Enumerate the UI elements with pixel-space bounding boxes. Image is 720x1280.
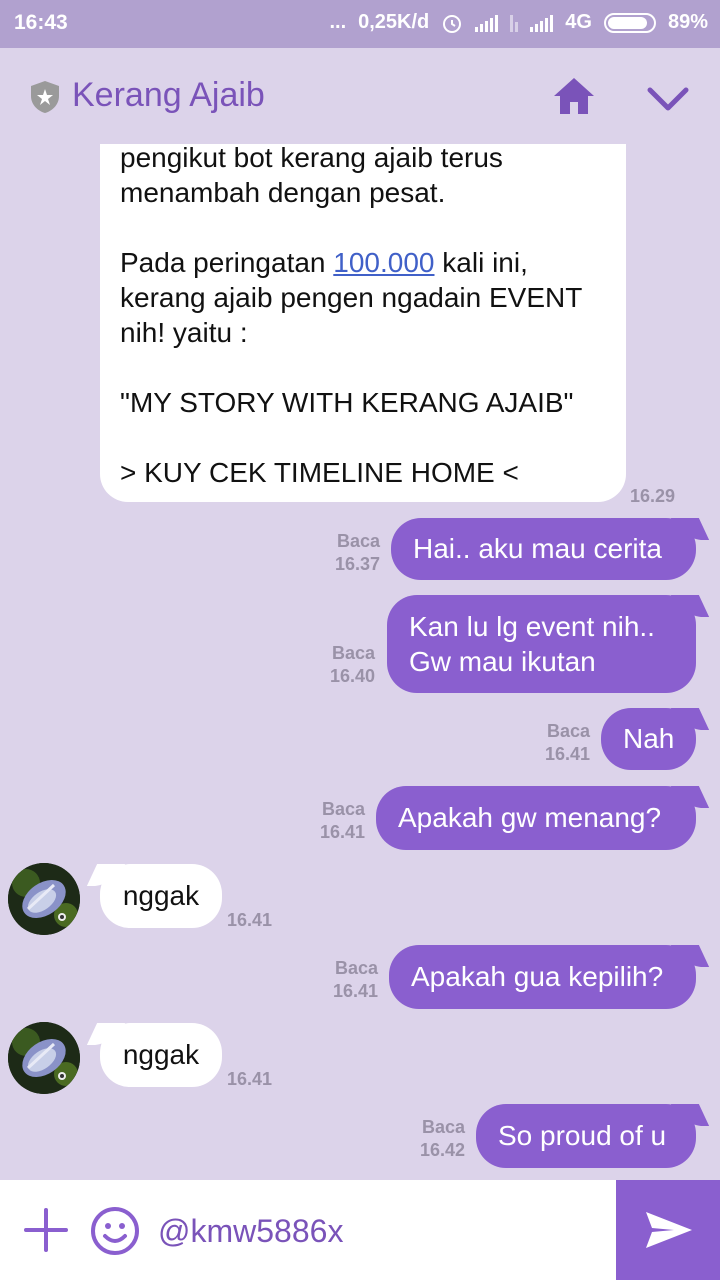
message-meta: Baca 16.41 [530, 720, 590, 766]
send-icon [646, 1212, 692, 1248]
message-link[interactable]: 100.000 [333, 247, 434, 278]
message-time: 16.41 [319, 822, 365, 842]
message-time: 16.41 [544, 744, 590, 764]
message-text: pengikut bot kerang ajaib terus [120, 144, 503, 173]
message-time: 16.42 [419, 1140, 465, 1160]
read-label: Baca [336, 531, 380, 551]
message-text: Apakah gw menang? [398, 802, 662, 833]
message-bubble-outgoing[interactable]: Nah [601, 708, 696, 770]
read-label: Baca [334, 958, 378, 978]
network-type: 4G [565, 11, 592, 33]
message-text: Nah [623, 723, 675, 754]
message-meta: Baca 16.41 [318, 957, 378, 1003]
message-text: menambah dengan pesat. [120, 177, 446, 208]
avatar-image [8, 1022, 80, 1094]
status-icons: ... 0,25K/d 4G 89% [329, 11, 708, 34]
message-time: 16.37 [334, 554, 380, 574]
message-time: 16.41 [227, 910, 273, 930]
status-bar: 16:43 ... 0,25K/d 4G 89% [0, 0, 720, 48]
read-label: Baca [546, 721, 590, 741]
emoji-icon[interactable] [90, 1206, 140, 1256]
message-text: "MY STORY WITH KERANG AJAIB" [120, 387, 574, 418]
message-text: Kan lu lg event nih.. [409, 611, 655, 642]
clock-icon [443, 14, 462, 33]
message-text: nggak [122, 1039, 200, 1070]
chat-title[interactable]: Kerang Ajaib [72, 76, 265, 115]
message-text: > KUY CEK TIMELINE HOME < [120, 457, 519, 488]
message-meta: Baca 16.37 [320, 530, 380, 576]
message-text: kerang ajaib pengen ngadain EVENT [120, 282, 583, 313]
message-bubble-outgoing[interactable]: Apakah gw menang? [376, 786, 696, 850]
message-bubble-incoming[interactable]: nggak [100, 864, 222, 928]
message-input-bar [0, 1180, 720, 1280]
message-bubble-incoming[interactable]: nggak [100, 1023, 222, 1087]
avatar[interactable] [8, 1022, 80, 1094]
send-button[interactable] [616, 1180, 720, 1280]
message-bubble-outgoing[interactable]: Hai.. aku mau cerita [391, 518, 696, 580]
message-text: Gw mau ikutan [409, 646, 596, 677]
message-text: nggak [122, 880, 200, 911]
read-label: Baca [331, 643, 375, 663]
message-bubble-outgoing[interactable]: Apakah gua kepilih? [389, 945, 696, 1009]
message-meta: Baca 16.40 [315, 642, 375, 688]
signal-icon [475, 14, 499, 32]
message-text: Pada peringatan 100.000 kali ini, [120, 247, 528, 278]
network-speed: 0,25K/d [358, 11, 430, 33]
message-meta: Baca 16.42 [405, 1116, 465, 1162]
chat-area[interactable]: pengikut bot kerang ajaib terus menambah… [0, 144, 720, 1180]
battery-icon [603, 12, 656, 33]
message-input[interactable] [158, 1206, 608, 1256]
battery-percent: 89% [667, 11, 708, 33]
message-bubble-outgoing[interactable]: So proud of u [476, 1104, 696, 1168]
avatar[interactable] [8, 863, 80, 935]
message-time: 16.41 [332, 981, 378, 1001]
message-text: Hai.. aku mau cerita [413, 533, 662, 564]
home-icon[interactable] [550, 74, 598, 118]
read-label: Baca [321, 799, 365, 819]
message-bubble-incoming[interactable]: pengikut bot kerang ajaib terus menambah… [100, 144, 626, 502]
chat-header: Kerang Ajaib [0, 48, 720, 144]
plus-icon[interactable] [22, 1206, 70, 1254]
signal-icon-2 [510, 14, 519, 32]
message-text: nih! yaitu : [120, 317, 248, 348]
shield-star-icon [31, 81, 59, 113]
message-time: 16.41 [227, 1069, 273, 1089]
message-text: So proud of u [498, 1120, 667, 1151]
read-label: Baca [421, 1117, 465, 1137]
avatar-image [8, 863, 80, 935]
status-time: 16:43 [14, 11, 68, 34]
message-meta: Baca 16.41 [305, 798, 365, 844]
signal-icon-3 [530, 14, 554, 32]
message-bubble-outgoing[interactable]: Kan lu lg event nih.. Gw mau ikutan [387, 595, 696, 693]
chevron-down-icon[interactable] [644, 78, 692, 118]
message-text: Apakah gua kepilih? [411, 961, 664, 992]
message-time: 16.29 [630, 486, 676, 506]
message-time: 16.40 [329, 666, 375, 686]
status-dots: ... [329, 11, 347, 33]
